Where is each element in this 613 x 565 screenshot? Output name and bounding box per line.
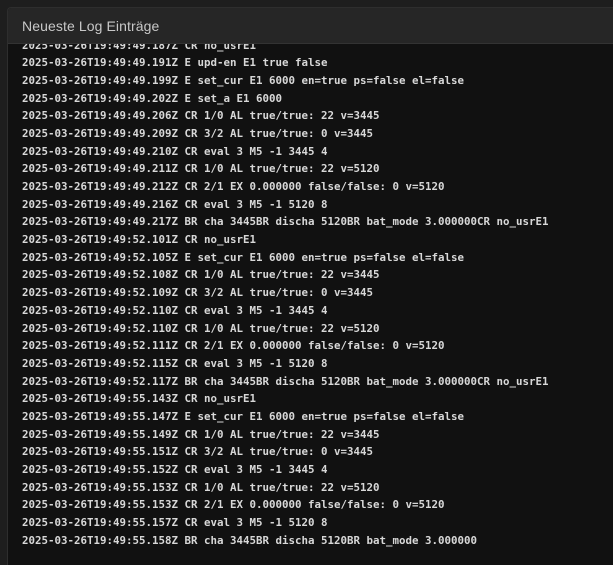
log-entry: 2025-03-26T19:49:52.110Z CR eval 3 M5 -1… <box>22 303 328 317</box>
log-panel-title: Neueste Log Einträge <box>22 17 160 34</box>
log-entry: 2025-03-26T19:49:49.187Z CR no_usrE1 <box>22 44 257 52</box>
log-entry: 2025-03-26T19:49:49.216Z CR eval 3 M5 -1… <box>22 197 328 211</box>
log-entry: 2025-03-26T19:49:52.105Z E set_cur E1 60… <box>22 250 465 264</box>
log-entry: 2025-03-26T19:49:52.110Z CR 1/0 AL true/… <box>22 321 380 335</box>
log-entry: 2025-03-26T19:49:55.153Z CR 1/0 AL true/… <box>22 480 380 494</box>
log-entry: 2025-03-26T19:49:52.117Z BR cha 3445BR d… <box>22 374 549 388</box>
log-entry: 2025-03-26T19:49:49.211Z CR 1/0 AL true/… <box>22 162 380 176</box>
log-entry: 2025-03-26T19:49:52.115Z CR eval 3 M5 -1… <box>22 356 328 370</box>
log-entry: 2025-03-26T19:49:55.149Z CR 1/0 AL true/… <box>22 427 380 441</box>
log-entry: 2025-03-26T19:49:49.191Z E upd-en E1 tru… <box>22 56 328 70</box>
log-entry: 2025-03-26T19:49:52.101Z CR no_usrE1 <box>22 233 257 247</box>
log-panel: Neueste Log Einträge 2025-03-26T19:49:49… <box>7 7 613 565</box>
log-panel-header: Neueste Log Einträge <box>8 8 613 44</box>
log-entry: 2025-03-26T19:49:49.212Z CR 2/1 EX 0.000… <box>22 180 445 193</box>
log-entry: 2025-03-26T19:49:52.109Z CR 3/2 AL true/… <box>22 286 374 300</box>
log-entry: 2025-03-26T19:49:49.210Z CR eval 3 M5 -1… <box>22 144 328 158</box>
log-entry: 2025-03-26T19:49:55.157Z CR eval 3 M5 -1… <box>22 516 328 530</box>
log-scroll-area[interactable]: 2025-03-26T19:49:49.187Z CR no_usrE1 2025… <box>8 44 613 565</box>
log-entry: 2025-03-26T19:49:55.153Z CR 2/1 EX 0.000… <box>22 498 445 512</box>
log-entry: 2025-03-26T19:49:49.206Z CR 1/0 AL true/… <box>22 109 380 123</box>
log-entry: 2025-03-26T19:49:49.209Z CR 3/2 AL true/… <box>22 126 374 140</box>
log-entry: 2025-03-26T19:49:55.151Z CR 3/2 AL true/… <box>22 445 374 459</box>
log-entry: 2025-03-26T19:49:49.199Z E set_cur E1 60… <box>22 73 465 87</box>
log-entry: 2025-03-26T19:49:49.217Z BR cha 3445BR d… <box>22 215 549 229</box>
log-entry: 2025-03-26T19:49:52.108Z CR 1/0 AL true/… <box>22 268 380 282</box>
log-entry: 2025-03-26T19:49:55.143Z CR no_usrE1 <box>22 392 257 406</box>
log-entry: 2025-03-26T19:49:52.111Z CR 2/1 EX 0.000… <box>22 339 445 353</box>
log-entry: 2025-03-26T19:49:55.147Z E set_cur E1 60… <box>22 409 465 423</box>
log-entry: 2025-03-26T19:49:49.202Z E set_a E1 6000 <box>22 91 283 105</box>
log-list: 2025-03-26T19:49:49.187Z CR no_usrE1 2025… <box>22 44 549 549</box>
log-entry: 2025-03-26T19:49:55.158Z BR cha 3445BR d… <box>22 533 478 547</box>
log-entry: 2025-03-26T19:49:55.152Z CR eval 3 M5 -1… <box>22 463 328 476</box>
